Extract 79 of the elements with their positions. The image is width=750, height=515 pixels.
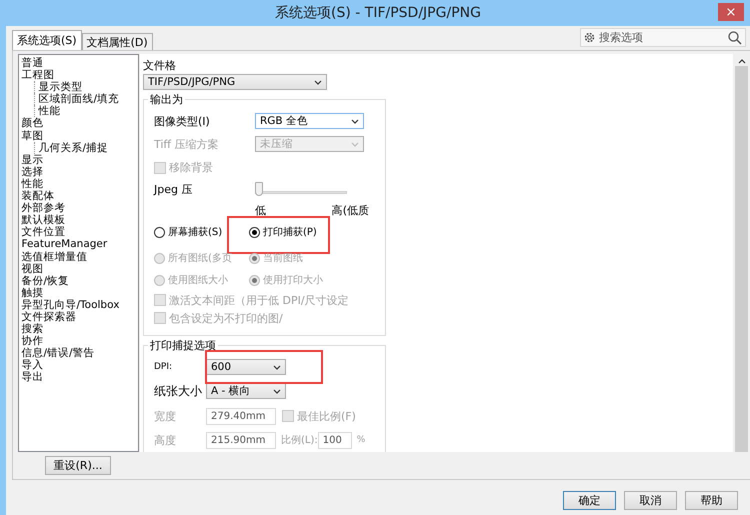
- tree-item[interactable]: 工程图: [22, 69, 54, 82]
- tree-item[interactable]: 异型孔向导/Toolbox: [22, 298, 120, 311]
- reset-button[interactable]: 重设(R)...: [44, 456, 112, 475]
- chevron-icon: [273, 388, 281, 394]
- file-format-label: 文件格: [143, 58, 177, 73]
- tree-item[interactable]: 文件位置: [22, 226, 66, 238]
- window-title: 系统选项(S) - TIF/PSD/JPG/PNG: [275, 4, 481, 22]
- low-label: 低: [255, 202, 266, 218]
- tree-item[interactable]: 导入: [22, 359, 44, 372]
- tree-item[interactable]: 搜索: [22, 323, 44, 336]
- tree-item[interactable]: 颜色: [22, 117, 44, 130]
- tree-item[interactable]: FeatureManager: [22, 238, 108, 250]
- scale-label: 比例(L):: [281, 434, 318, 447]
- tree-item[interactable]: 文件探索器: [22, 310, 76, 324]
- tree-item[interactable]: 外部参考: [22, 202, 66, 214]
- dialog-button[interactable]: 确定: [563, 491, 616, 510]
- paper-size-label: 纸张大小: [154, 382, 203, 400]
- tree-item[interactable]: 选值框增量值: [22, 250, 88, 263]
- jpeg-slider[interactable]: [255, 182, 347, 197]
- radio-label: 当前图纸: [263, 252, 303, 265]
- dpi-dropdown[interactable]: 600: [206, 359, 286, 375]
- radio-label: 使用图纸大小: [168, 274, 228, 287]
- scrollbar[interactable]: [733, 54, 750, 452]
- tree-item[interactable]: 协作: [22, 335, 44, 348]
- tree-item[interactable]: 视图: [22, 262, 44, 275]
- tree-item[interactable]: 选择: [22, 166, 44, 178]
- search-icon[interactable]: [728, 30, 742, 44]
- group-title: 打印捕捉选项: [148, 338, 218, 353]
- search-input[interactable]: 搜索选项: [597, 30, 726, 45]
- tree-item[interactable]: 几何关系/捕捉: [34, 142, 108, 154]
- dialog-button[interactable]: 帮助: [685, 491, 738, 510]
- remove-background-label: 移除背景: [169, 160, 213, 175]
- tree-item[interactable]: 显示: [22, 154, 44, 166]
- slider-thumb[interactable]: [255, 182, 263, 196]
- tree-item[interactable]: 区域剖面线/填充: [34, 93, 120, 106]
- tree-item[interactable]: 导出: [22, 371, 44, 384]
- chevron-icon: [351, 118, 359, 124]
- dialog-button[interactable]: 取消: [624, 491, 677, 510]
- tree-item[interactable]: 普通: [22, 57, 44, 70]
- percent-label: %: [356, 435, 366, 445]
- tree-item[interactable]: 草图: [22, 130, 44, 142]
- scroll-up-icon[interactable]: [738, 58, 746, 64]
- tree-item[interactable]: 触摸: [22, 286, 44, 299]
- radio-label: 所有图纸(多页: [168, 252, 232, 265]
- paper-size-dropdown[interactable]: A - 横向: [206, 383, 286, 399]
- chevron-icon: [273, 364, 281, 370]
- chevron-icon: [314, 80, 322, 84]
- radio-button[interactable]: [154, 226, 165, 238]
- jpeg-label: Jpeg 压: [154, 182, 194, 197]
- height-label: 高度: [154, 432, 177, 448]
- width-label: 宽度: [154, 408, 177, 424]
- radio-label: 使用打印大小: [263, 274, 323, 287]
- checkbox-label: 激活文本间距（用于低 DPI/尺寸设定: [169, 292, 349, 308]
- tree-item[interactable]: 显示类型: [34, 81, 82, 94]
- file-format-dropdown[interactable]: TIF/PSD/JPG/PNG: [143, 74, 327, 90]
- dpi-label: DPI:: [154, 362, 174, 372]
- best-scale-label: 最佳比例(F): [297, 408, 356, 424]
- scroll-thumb[interactable]: [735, 66, 748, 452]
- tree-item[interactable]: 信息/错误/警告: [22, 347, 95, 360]
- tree-item[interactable]: 性能: [22, 178, 44, 190]
- high-label: 高(低质: [332, 202, 369, 218]
- checkbox-label: 包含设定为不打印的图/: [169, 310, 283, 326]
- tree-item[interactable]: 默认模板: [22, 214, 66, 226]
- gear-icon: [584, 32, 595, 43]
- group-title: 输出为: [148, 92, 185, 107]
- image-type-dropdown[interactable]: RGB 全色: [255, 113, 364, 129]
- tab[interactable]: 文档属性(D): [82, 33, 153, 50]
- radio-button[interactable]: [249, 226, 260, 238]
- search-field[interactable]: 搜索选项: [580, 28, 746, 47]
- tab[interactable]: 系统选项(S): [12, 30, 82, 50]
- radio-label: 打印捕获(P): [263, 226, 317, 239]
- tiff-compression-label: Tiff 压缩方案: [154, 136, 220, 152]
- tree-item[interactable]: 装配体: [22, 190, 54, 202]
- tree-item[interactable]: 备份/恢复: [22, 274, 70, 287]
- image-type-label: 图像类型(I): [154, 114, 211, 128]
- tree-item[interactable]: 性能: [34, 105, 60, 118]
- radio-label: 屏幕捕获(S): [168, 226, 222, 239]
- close-button[interactable]: ×: [718, 3, 744, 21]
- chevron-icon: [351, 142, 359, 146]
